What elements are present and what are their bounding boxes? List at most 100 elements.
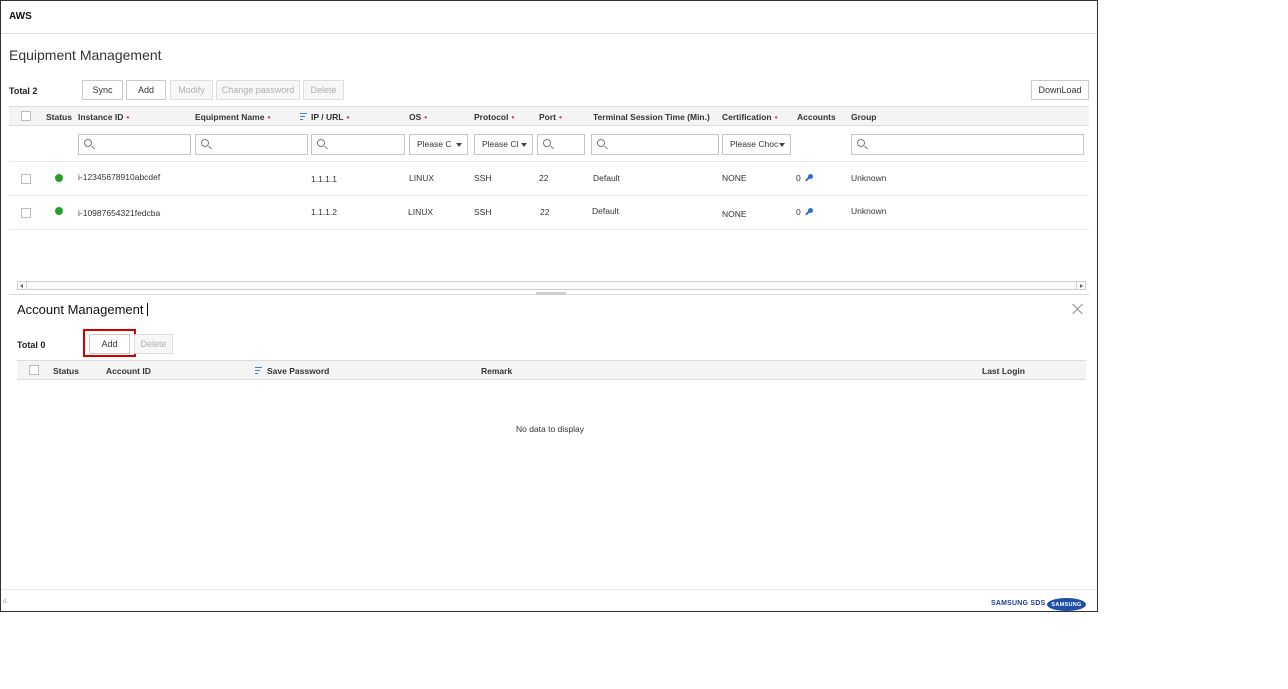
col-certification-label: Certification bbox=[722, 112, 772, 122]
col-instance-id-label: Instance ID bbox=[78, 112, 124, 122]
os-filter-value: Please C bbox=[417, 139, 452, 149]
horizontal-scrollbar[interactable] bbox=[17, 281, 1086, 290]
cell-certification: NONE bbox=[722, 173, 747, 183]
delete-equipment-button[interactable]: Delete bbox=[303, 80, 344, 100]
account-management-title-label: Account Management bbox=[17, 302, 144, 317]
cell-os: LINUX bbox=[409, 173, 435, 183]
cell-terminal-session-time: Default bbox=[593, 173, 620, 183]
terminal-session-filter[interactable] bbox=[591, 134, 719, 155]
cell-accounts[interactable]: 0 bbox=[796, 173, 813, 183]
cell-ip-url: 1.1.1.1 bbox=[311, 174, 337, 184]
footer: d. SAMSUNG SDS SAMSUNG bbox=[1, 589, 1097, 611]
app-window: AWS Equipment Management Total 2 Sync Ad… bbox=[0, 0, 1098, 612]
required-mark: • bbox=[559, 112, 562, 122]
col-status[interactable]: Status bbox=[53, 366, 79, 376]
key-icon[interactable] bbox=[805, 174, 813, 182]
os-filter-select[interactable]: Please C bbox=[409, 134, 468, 155]
required-mark: • bbox=[267, 112, 271, 122]
col-ip-url[interactable]: IP / URL • bbox=[311, 112, 349, 122]
footer-mark: d. bbox=[3, 599, 9, 605]
equipment-table-header: Status Instance ID • Equipment Name • IP /… bbox=[9, 106, 1089, 126]
equipment-total-count: Total 2 bbox=[9, 86, 38, 96]
arrow-right-icon[interactable] bbox=[1080, 284, 1083, 288]
required-mark: • bbox=[511, 112, 515, 122]
sort-icon[interactable] bbox=[255, 367, 262, 375]
required-mark: • bbox=[126, 112, 130, 122]
required-mark: • bbox=[774, 112, 778, 122]
col-equipment-name-label: Equipment Name bbox=[195, 112, 265, 122]
col-certification[interactable]: Certification • bbox=[722, 112, 778, 122]
table-row[interactable]: i-10987654321fedcba 1.1.1.2 LINUX SSH 22… bbox=[9, 196, 1089, 230]
brand-text: SAMSUNG SDS bbox=[991, 600, 1046, 607]
table-row[interactable]: i-12345678910abcdef 1.1.1.1 LINUX SSH 22… bbox=[9, 162, 1089, 196]
account-management-title: Account Management bbox=[17, 302, 149, 317]
col-os[interactable]: OS • bbox=[409, 112, 427, 122]
cell-terminal-session-time: Default bbox=[592, 206, 619, 216]
search-icon bbox=[84, 139, 92, 147]
top-bar: AWS bbox=[1, 1, 1097, 34]
col-port-label: Port bbox=[539, 112, 556, 122]
equipment-filter-row: Please C Please Cl Please Choc bbox=[9, 126, 1089, 162]
certification-filter-value: Please Choc bbox=[730, 139, 779, 149]
search-icon bbox=[201, 139, 209, 147]
highlight-box bbox=[83, 329, 136, 357]
delete-account-button[interactable]: Delete bbox=[134, 334, 173, 354]
row-checkbox[interactable] bbox=[21, 208, 31, 218]
resize-handle[interactable] bbox=[536, 292, 566, 295]
col-save-password[interactable]: Save Password bbox=[267, 366, 329, 376]
col-group[interactable]: Group bbox=[851, 112, 877, 122]
col-accounts[interactable]: Accounts bbox=[797, 112, 836, 122]
search-icon bbox=[543, 139, 551, 147]
change-password-button[interactable]: Change password bbox=[216, 80, 300, 100]
protocol-filter-value: Please Cl bbox=[482, 139, 519, 149]
select-all-checkbox[interactable] bbox=[21, 111, 31, 121]
accounts-count: 0 bbox=[796, 207, 801, 217]
col-account-id[interactable]: Account ID bbox=[106, 366, 151, 376]
chevron-down-icon bbox=[456, 143, 462, 147]
col-terminal-session-time[interactable]: Terminal Session Time (Min.) bbox=[593, 112, 710, 122]
key-icon[interactable] bbox=[805, 208, 813, 216]
cell-protocol: SSH bbox=[474, 173, 492, 183]
col-equipment-name[interactable]: Equipment Name • bbox=[195, 112, 270, 122]
app-title: AWS bbox=[9, 11, 32, 22]
modify-button[interactable]: Modify bbox=[170, 80, 213, 100]
col-remark[interactable]: Remark bbox=[481, 366, 512, 376]
cell-port: 22 bbox=[539, 173, 549, 183]
cell-accounts[interactable]: 0 bbox=[796, 207, 813, 217]
close-icon[interactable] bbox=[1072, 303, 1084, 315]
cell-protocol: SSH bbox=[474, 207, 492, 217]
instance-id-filter[interactable] bbox=[78, 134, 191, 155]
col-port[interactable]: Port • bbox=[539, 112, 562, 122]
account-total-count: Total 0 bbox=[17, 340, 46, 350]
cell-certification: NONE bbox=[722, 209, 747, 219]
col-os-label: OS bbox=[409, 112, 422, 122]
certification-filter-select[interactable]: Please Choc bbox=[722, 134, 791, 155]
group-filter[interactable] bbox=[851, 134, 1084, 155]
sort-icon[interactable] bbox=[300, 113, 307, 121]
col-last-login[interactable]: Last Login bbox=[982, 366, 1025, 376]
download-button[interactable]: DownLoad bbox=[1031, 80, 1089, 100]
col-protocol[interactable]: Protocol • bbox=[474, 112, 514, 122]
select-all-checkbox[interactable] bbox=[29, 365, 39, 375]
ip-url-filter[interactable] bbox=[311, 134, 405, 155]
port-filter[interactable] bbox=[537, 134, 585, 155]
cell-group: Unknown bbox=[851, 206, 887, 216]
col-ip-url-label: IP / URL bbox=[311, 112, 344, 122]
account-table-header: Status Account ID Save Password Remark L… bbox=[17, 360, 1086, 380]
row-checkbox[interactable] bbox=[21, 174, 31, 184]
status-indicator bbox=[55, 174, 63, 182]
add-equipment-button[interactable]: Add bbox=[126, 80, 166, 100]
samsung-logo: SAMSUNG bbox=[1047, 598, 1086, 611]
col-protocol-label: Protocol bbox=[474, 112, 509, 122]
cell-instance-id: i-10987654321fedcba bbox=[78, 208, 161, 218]
col-instance-id[interactable]: Instance ID • bbox=[78, 112, 129, 122]
arrow-left-icon[interactable] bbox=[20, 284, 23, 288]
search-icon bbox=[317, 139, 325, 147]
sync-button[interactable]: Sync bbox=[82, 80, 123, 100]
protocol-filter-select[interactable]: Please Cl bbox=[474, 134, 533, 155]
chevron-down-icon bbox=[779, 143, 785, 147]
equipment-name-filter[interactable] bbox=[195, 134, 308, 155]
cell-ip-url: 1.1.1.2 bbox=[311, 207, 337, 217]
cell-group: Unknown bbox=[851, 173, 887, 183]
col-status[interactable]: Status bbox=[46, 112, 72, 122]
